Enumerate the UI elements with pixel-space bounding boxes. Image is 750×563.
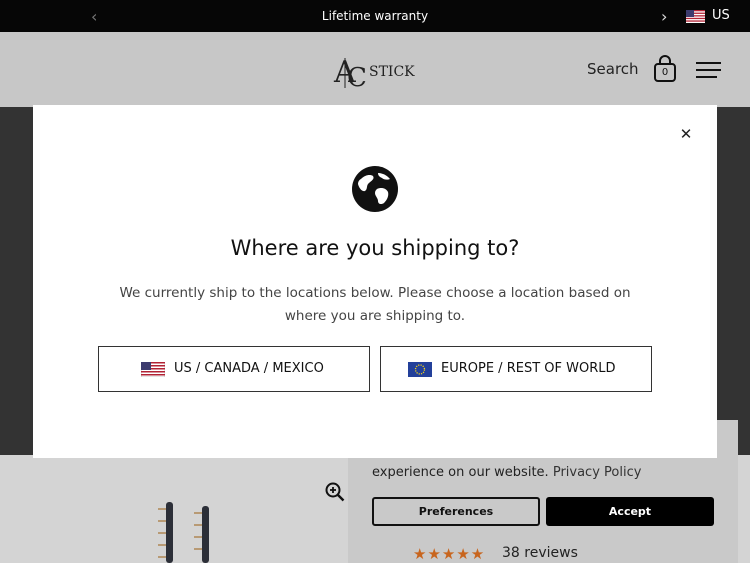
eu-flag-icon — [408, 362, 432, 377]
privacy-policy-link[interactable]: Privacy Policy — [553, 465, 642, 480]
hamburger-menu-icon[interactable] — [695, 60, 722, 80]
us-flag-icon — [141, 362, 165, 377]
rating-stars: ★★★★★ — [413, 545, 486, 563]
cart-count: 0 — [661, 67, 669, 78]
accept-button[interactable]: Accept — [546, 497, 714, 526]
svg-text:C: C — [347, 63, 367, 88]
us-canada-mexico-label: US / CANADA / MEXICO — [174, 361, 324, 376]
us-canada-mexico-button[interactable]: US / CANADA / MEXICO — [98, 346, 370, 392]
search-link[interactable]: Search — [587, 60, 639, 78]
reviews-count[interactable]: 38 reviews — [502, 545, 578, 561]
announcement-bar: ‹ Lifetime warranty › US — [0, 0, 750, 32]
cookie-message: experience on our website. — [372, 465, 549, 480]
close-icon[interactable]: ✕ — [679, 127, 693, 142]
cart-button[interactable]: 0 — [653, 55, 677, 83]
us-flag-icon[interactable] — [686, 10, 705, 23]
cookie-text: experience on our website. Privacy Polic… — [372, 465, 641, 480]
globe-icon — [352, 166, 398, 212]
svg-text:STICK: STICK — [369, 64, 415, 80]
product-image[interactable] — [150, 500, 230, 563]
modal-title: Where are you shipping to? — [230, 236, 520, 260]
site-header: A C STICK Search 0 — [0, 32, 750, 107]
zoom-in-icon[interactable] — [325, 482, 345, 502]
country-selector[interactable]: US — [712, 8, 730, 23]
announcement-message: Lifetime warranty — [321, 9, 429, 23]
brand-logo[interactable]: A C STICK — [333, 52, 417, 88]
preferences-button[interactable]: Preferences — [372, 497, 540, 526]
europe-rest-of-world-button[interactable]: EUROPE / REST OF WORLD — [380, 346, 652, 392]
modal-description: We currently ship to the locations below… — [119, 285, 631, 324]
europe-rest-of-world-label: EUROPE / REST OF WORLD — [441, 361, 616, 376]
chevron-right-icon[interactable]: › — [661, 7, 667, 26]
